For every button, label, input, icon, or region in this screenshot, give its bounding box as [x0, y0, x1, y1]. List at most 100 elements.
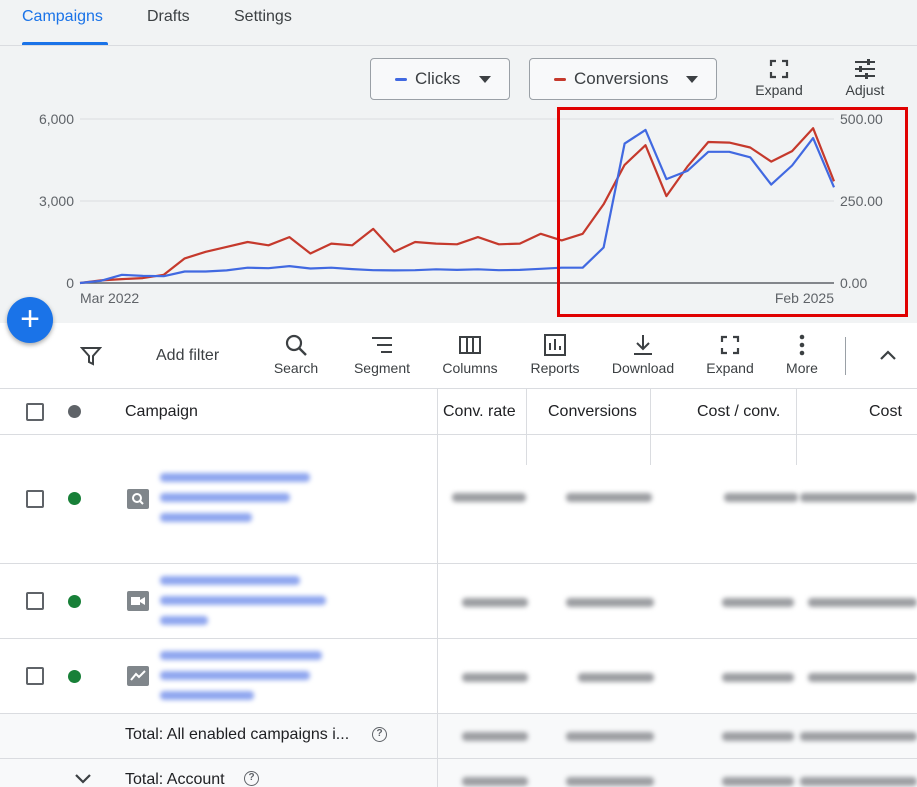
series-line-clicks [79, 128, 836, 285]
header-cost-per-conv[interactable]: Cost / conv. [697, 403, 780, 421]
tab-campaigns[interactable]: Campaigns [22, 8, 103, 26]
add-filter-button[interactable]: Add filter [156, 347, 219, 365]
column-divider [437, 389, 438, 435]
columns-label: Columns [442, 360, 498, 376]
column-divider [437, 435, 438, 787]
campaign-name-redacted[interactable] [160, 651, 322, 660]
chevron-down-icon[interactable] [73, 772, 93, 786]
table-header: Campaign Conv. rate Conversions Cost / c… [0, 389, 917, 435]
filter-icon[interactable] [80, 345, 102, 367]
search-label: Search [273, 360, 319, 376]
row-checkbox[interactable] [26, 490, 44, 508]
conv-rate-redacted [452, 493, 526, 502]
campaign-name-redacted [160, 596, 326, 605]
columns-icon [459, 336, 481, 354]
search-icon [285, 334, 307, 356]
column-divider [526, 389, 527, 435]
expand-icon [720, 335, 740, 355]
download-button[interactable]: Download [608, 333, 678, 376]
conv-rate-redacted [462, 598, 528, 607]
more-vert-icon [799, 334, 805, 356]
search-campaign-type-icon [127, 489, 149, 509]
reports-label: Reports [530, 360, 580, 376]
cost-per-conv-redacted [722, 777, 794, 786]
cost-redacted [800, 777, 917, 786]
status-enabled-dot [68, 595, 81, 608]
table-toolbar: Add filter Search Segment Columns Report… [0, 323, 917, 389]
cost-redacted [800, 732, 917, 741]
header-cost[interactable]: Cost [869, 403, 902, 421]
segment-label: Segment [353, 360, 411, 376]
cost-redacted [808, 598, 917, 607]
columns-button[interactable]: Columns [438, 333, 502, 376]
campaign-name-redacted [160, 671, 310, 680]
table-row[interactable] [0, 435, 917, 564]
conv-rate-redacted [462, 732, 528, 741]
search-button[interactable]: Search [270, 333, 322, 376]
table-expand-button[interactable]: Expand [702, 333, 758, 376]
header-conv-rate[interactable]: Conv. rate [443, 403, 516, 421]
campaign-name-redacted[interactable] [160, 576, 300, 585]
cost-per-conv-redacted [722, 732, 794, 741]
y-left-tick-label: 3,000 [39, 193, 74, 209]
segment-icon [372, 337, 392, 353]
chevron-up-icon[interactable] [878, 347, 898, 363]
header-conversions[interactable]: Conversions [548, 403, 637, 421]
conv-rate-redacted [462, 777, 528, 786]
cost-per-conv-redacted [722, 598, 794, 607]
tab-settings[interactable]: Settings [234, 8, 292, 26]
campaign-name-redacted [160, 513, 252, 522]
column-divider [796, 389, 797, 435]
tab-bar: Campaigns Drafts Settings [0, 0, 917, 46]
y-left-tick-label: 6,000 [39, 111, 74, 127]
select-all-checkbox[interactable] [26, 403, 44, 421]
column-divider [650, 389, 651, 435]
status-enabled-dot [68, 492, 81, 505]
download-label: Download [611, 360, 675, 376]
x-start-label: Mar 2022 [80, 290, 139, 306]
y-right-tick-label: 250.00 [840, 193, 883, 209]
table-expand-label: Expand [706, 360, 754, 376]
y-right-tick-label: 500.00 [840, 111, 883, 127]
column-divider [526, 435, 527, 465]
table-row[interactable] [0, 639, 917, 714]
campaign-name-redacted[interactable] [160, 473, 310, 482]
active-tab-indicator [22, 42, 108, 45]
x-end-label: Feb 2025 [775, 290, 834, 306]
total-account-label: Total: Account [125, 771, 225, 787]
cost-per-conv-redacted [724, 493, 798, 502]
total-account-row: Total: Account ? [0, 759, 917, 787]
campaign-name-redacted [160, 493, 290, 502]
conversions-redacted [566, 777, 654, 786]
conv-rate-redacted [462, 673, 528, 682]
conversions-redacted [566, 598, 654, 607]
cost-per-conv-redacted [722, 673, 794, 682]
total-enabled-label: Total: All enabled campaigns i... [125, 726, 350, 743]
table-row[interactable] [0, 564, 917, 639]
column-divider [796, 435, 797, 465]
total-enabled-row: Total: All enabled campaigns i... ? [0, 714, 917, 759]
line-chart: 6,000 3,000 0 500.00 250.00 0.00 Mar 2022 Feb 2… [39, 111, 883, 306]
more-button[interactable]: More [778, 333, 826, 376]
tab-drafts[interactable]: Drafts [147, 8, 190, 26]
row-checkbox[interactable] [26, 592, 44, 610]
create-button[interactable]: + [7, 297, 53, 343]
y-left-tick-label: 0 [66, 275, 74, 291]
download-icon [634, 335, 652, 355]
cost-redacted [808, 673, 917, 682]
column-divider [650, 435, 651, 465]
campaign-name-redacted [160, 691, 254, 700]
reports-icon [544, 334, 566, 356]
status-header-icon[interactable] [68, 405, 81, 418]
help-icon[interactable]: ? [372, 727, 387, 742]
campaign-name-redacted [160, 616, 208, 625]
help-icon[interactable]: ? [244, 771, 259, 786]
video-campaign-type-icon [127, 591, 149, 611]
reports-button[interactable]: Reports [525, 333, 585, 376]
segment-button[interactable]: Segment [350, 333, 414, 376]
header-campaign[interactable]: Campaign [125, 403, 198, 421]
toolbar-divider [845, 337, 846, 375]
row-checkbox[interactable] [26, 667, 44, 685]
performance-campaign-type-icon [127, 666, 149, 686]
conversions-redacted [566, 493, 652, 502]
